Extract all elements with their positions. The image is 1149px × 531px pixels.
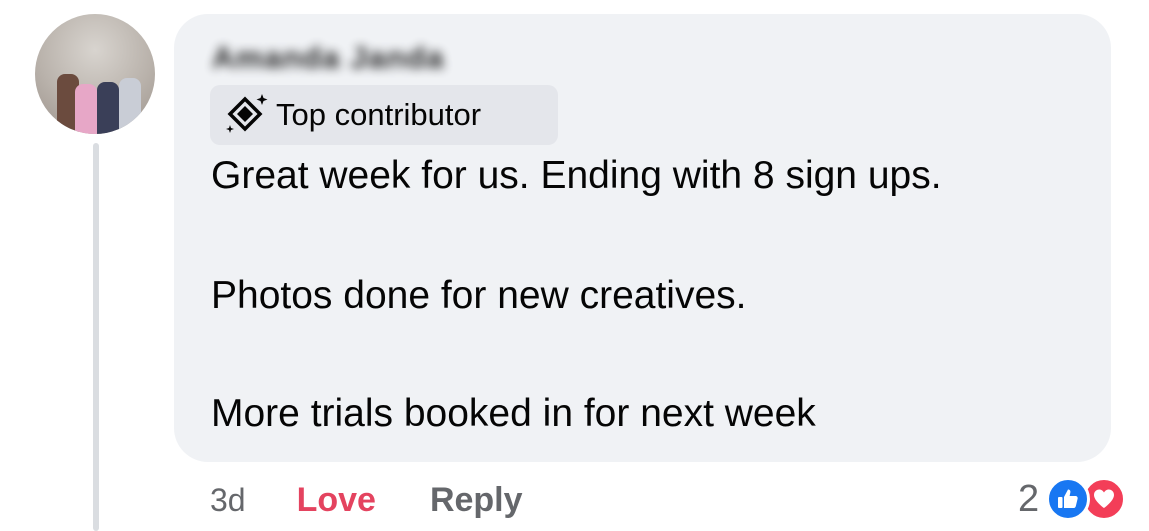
comment-text-line: Photos done for new creatives. [211, 274, 747, 317]
diamond-sparkle-icon [226, 94, 268, 133]
comment-bubble: Amanda Janda Top contributor Great week … [174, 14, 1111, 462]
top-contributor-badge[interactable]: Top contributor [210, 85, 558, 145]
avatar[interactable] [35, 14, 155, 134]
like-icon [1046, 477, 1091, 521]
love-reaction-button[interactable]: Love [297, 481, 376, 520]
reaction-count: 2 [1018, 477, 1040, 520]
author-name[interactable]: Amanda Janda [212, 40, 445, 76]
comment-text-line: More trials booked in for next week [211, 392, 816, 435]
reply-button[interactable]: Reply [430, 481, 523, 520]
comment-actions: 3d Love Reply [210, 481, 523, 520]
comment-container: Amanda Janda Top contributor Great week … [0, 0, 1149, 531]
timestamp-link[interactable]: 3d [210, 482, 246, 519]
badge-label: Top contributor [276, 97, 482, 132]
thread-line [93, 143, 99, 531]
reaction-summary[interactable]: 2 [1018, 475, 1134, 523]
comment-text-line: Great week for us. Ending with 8 sign up… [211, 154, 942, 197]
